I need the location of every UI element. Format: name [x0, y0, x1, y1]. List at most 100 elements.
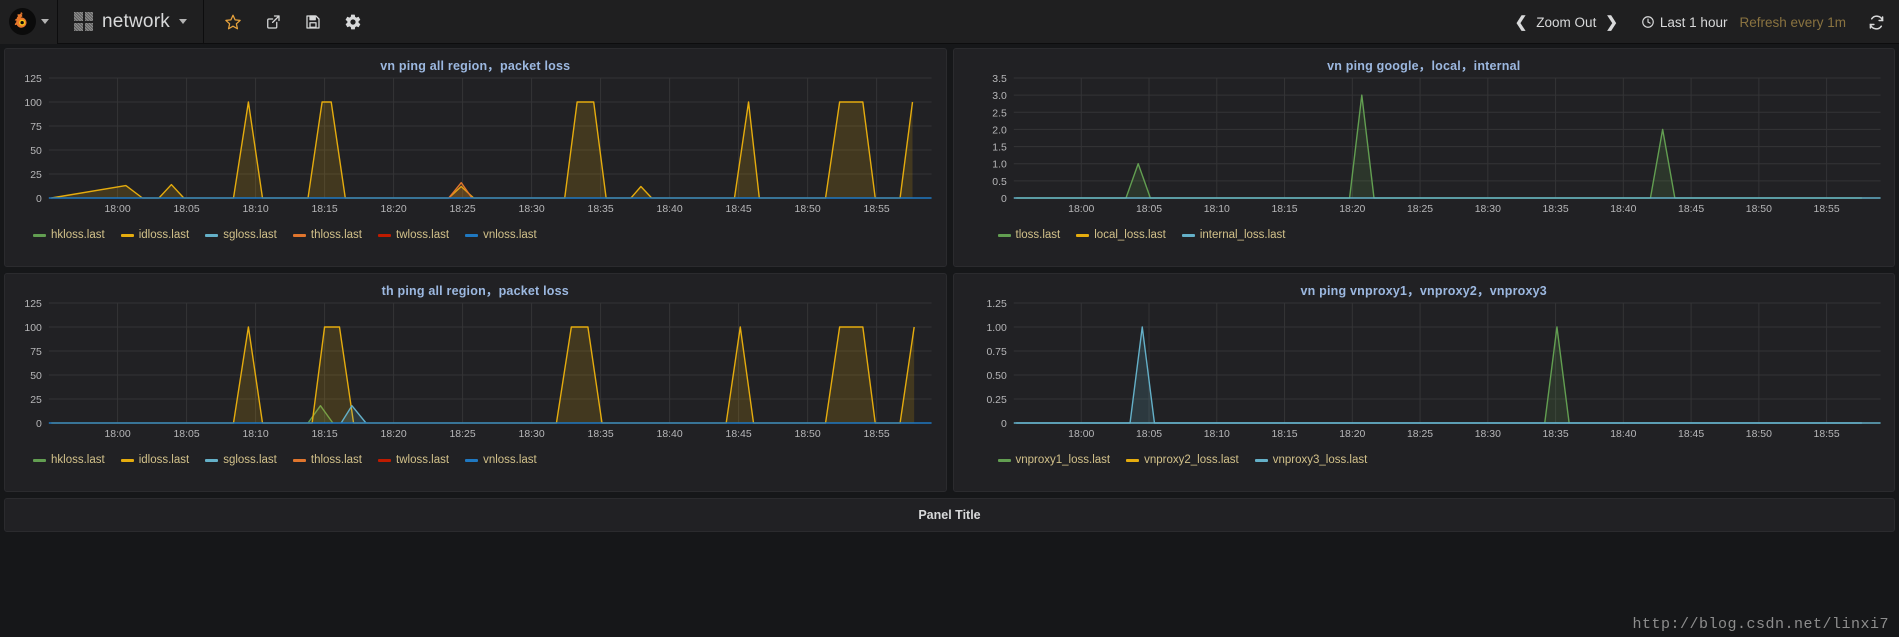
svg-text:18:00: 18:00 — [1068, 429, 1094, 440]
svg-text:18:30: 18:30 — [519, 204, 545, 215]
svg-text:18:40: 18:40 — [1610, 429, 1636, 440]
legend-color-swatch — [292, 233, 306, 237]
svg-text:18:35: 18:35 — [588, 204, 614, 215]
graph-canvas[interactable]: 0 25 50 75 100 125 18:00 18:05 18:10 18:15 18:20 18… — [5, 295, 946, 447]
legend-color-swatch — [997, 458, 1011, 462]
svg-text:1.00: 1.00 — [986, 323, 1007, 334]
time-picker-controls: ❮ Zoom Out ❯ Last 1 hour Refresh every 1… — [1506, 0, 1885, 44]
legend-item[interactable]: vnproxy3_loss.last — [1254, 454, 1368, 466]
svg-text:18:15: 18:15 — [1271, 429, 1297, 440]
svg-text:18:50: 18:50 — [795, 204, 821, 215]
svg-text:18:10: 18:10 — [1203, 204, 1229, 215]
legend-item[interactable]: vnproxy1_loss.last — [997, 454, 1110, 466]
dashboard-picker[interactable]: network — [58, 0, 204, 44]
legend-item[interactable]: internal_loss.last — [1181, 229, 1286, 241]
svg-text:18:40: 18:40 — [657, 204, 683, 215]
star-icon[interactable] — [224, 13, 242, 31]
chevron-down-icon[interactable] — [178, 19, 187, 24]
panel-th-ping-all-region[interactable]: th ping all region，packet loss 0 25 50 75 10… — [4, 273, 947, 492]
svg-text:18:35: 18:35 — [1542, 429, 1568, 440]
share-icon[interactable] — [264, 13, 282, 31]
legend-item[interactable]: idloss.last — [120, 454, 190, 466]
legend-label: idloss.last — [138, 454, 190, 466]
legend-color-swatch — [120, 233, 134, 237]
svg-text:18:25: 18:25 — [1406, 429, 1432, 440]
svg-text:18:25: 18:25 — [450, 204, 476, 215]
legend-item[interactable]: twloss.last — [378, 229, 449, 241]
panel-legend: tloss.last local_loss.last internal_loss… — [954, 222, 1895, 244]
legend-item[interactable]: hkloss.last — [33, 229, 105, 241]
legend-label: vnloss.last — [483, 229, 537, 241]
legend-item[interactable]: sgloss.last — [205, 229, 277, 241]
legend-label: hkloss.last — [51, 454, 105, 466]
panel-vn-ping-all-region[interactable]: vn ping all region，packet loss 0 25 50 75 10… — [4, 48, 947, 267]
legend-label: local_loss.last — [1094, 229, 1166, 241]
svg-text:0.5: 0.5 — [992, 177, 1007, 188]
svg-text:18:40: 18:40 — [657, 429, 683, 440]
time-range-picker[interactable]: Last 1 hour — [1641, 15, 1727, 30]
zoom-out-button[interactable]: Zoom Out — [1536, 15, 1596, 30]
panel-vn-ping-vnproxy[interactable]: vn ping vnproxy1，vnproxy2，vnproxy3 0 0.25… — [952, 273, 1895, 492]
panel-bottom[interactable]: Panel Title — [4, 498, 1895, 532]
chevron-down-icon[interactable] — [40, 19, 49, 24]
watermark-text: http://blog.csdn.net/linxi7 — [1632, 616, 1889, 633]
svg-text:18:50: 18:50 — [1745, 204, 1771, 215]
svg-text:18:50: 18:50 — [795, 429, 821, 440]
svg-text:18:15: 18:15 — [1271, 204, 1297, 215]
svg-text:18:55: 18:55 — [1813, 429, 1839, 440]
svg-text:0: 0 — [36, 194, 42, 205]
save-icon[interactable] — [304, 13, 322, 31]
legend-item[interactable]: hkloss.last — [33, 454, 105, 466]
svg-text:18:00: 18:00 — [1068, 204, 1094, 215]
graph-canvas[interactable]: 0 25 50 75 100 125 18:00 18:05 18:10 18:15 18:20 18… — [5, 70, 946, 222]
svg-text:18:10: 18:10 — [1203, 429, 1229, 440]
graph-canvas[interactable]: 0 0.5 1.0 1.5 2.0 2.5 3.0 3.5 18:00 18:05 18:10 18:… — [954, 70, 1895, 222]
refresh-icon[interactable] — [1868, 14, 1885, 31]
legend-label: vnproxy3_loss.last — [1272, 454, 1368, 466]
legend-item[interactable]: twloss.last — [378, 454, 449, 466]
svg-text:18:15: 18:15 — [312, 204, 338, 215]
top-navbar: network ❮ Zoom Out ❯ Last 1 hour Refresh… — [0, 0, 1899, 44]
legend-color-swatch — [1126, 458, 1140, 462]
svg-text:18:55: 18:55 — [1813, 204, 1839, 215]
svg-text:18:10: 18:10 — [242, 204, 268, 215]
svg-text:18:30: 18:30 — [1474, 429, 1500, 440]
legend-item[interactable]: local_loss.last — [1076, 229, 1166, 241]
legend-label: twloss.last — [396, 229, 450, 241]
legend-item[interactable]: idloss.last — [120, 229, 189, 241]
svg-text:0: 0 — [1000, 194, 1006, 205]
panel-legend: hkloss.last idloss.last sgloss.last thlo… — [5, 222, 946, 244]
legend-color-swatch — [1254, 458, 1268, 462]
legend-item[interactable]: vnproxy2_loss.last — [1126, 454, 1239, 466]
chevron-left-icon[interactable]: ❮ — [1506, 13, 1537, 31]
settings-gear-icon[interactable] — [344, 13, 362, 31]
svg-text:18:05: 18:05 — [173, 204, 199, 215]
legend-color-swatch — [205, 233, 219, 237]
svg-text:18:20: 18:20 — [381, 204, 407, 215]
legend-label: vnloss.last — [483, 454, 537, 466]
legend-item[interactable]: vnloss.last — [465, 229, 537, 241]
svg-text:1.0: 1.0 — [992, 160, 1007, 171]
legend-item[interactable]: vnloss.last — [465, 454, 537, 466]
panel-title: th ping all region，packet loss — [381, 284, 569, 298]
svg-text:50: 50 — [30, 371, 42, 382]
legend-item[interactable]: thloss.last — [292, 454, 362, 466]
legend-item[interactable]: thloss.last — [292, 229, 362, 241]
svg-text:0.25: 0.25 — [986, 395, 1007, 406]
legend-color-swatch — [1181, 233, 1195, 237]
grafana-home-button[interactable] — [0, 0, 58, 44]
svg-text:18:30: 18:30 — [519, 429, 545, 440]
dashboard-row-1: vn ping all region，packet loss 0 25 50 75 10… — [4, 48, 1895, 267]
legend-color-swatch — [997, 233, 1011, 237]
graph-plot-p2: 0 25 50 75 100 125 18:00 18:05 18:10 18:15 18:20 18… — [24, 299, 932, 440]
graph-canvas[interactable]: 0 0.25 0.50 0.75 1.00 1.25 18:00 18:05 18:10 18:1… — [954, 295, 1895, 447]
svg-text:18:00: 18:00 — [104, 429, 130, 440]
svg-text:3.5: 3.5 — [992, 74, 1007, 85]
panel-vn-ping-google-local-internal[interactable]: vn ping google，local，internal 0 0.5 1.0 1.5… — [952, 48, 1895, 267]
svg-text:2.5: 2.5 — [992, 108, 1007, 119]
svg-text:25: 25 — [30, 395, 42, 406]
chevron-right-icon[interactable]: ❯ — [1596, 13, 1627, 31]
legend-item[interactable]: tloss.last — [997, 229, 1060, 241]
legend-item[interactable]: sgloss.last — [205, 454, 277, 466]
refresh-interval-label[interactable]: Refresh every 1m — [1739, 15, 1846, 30]
